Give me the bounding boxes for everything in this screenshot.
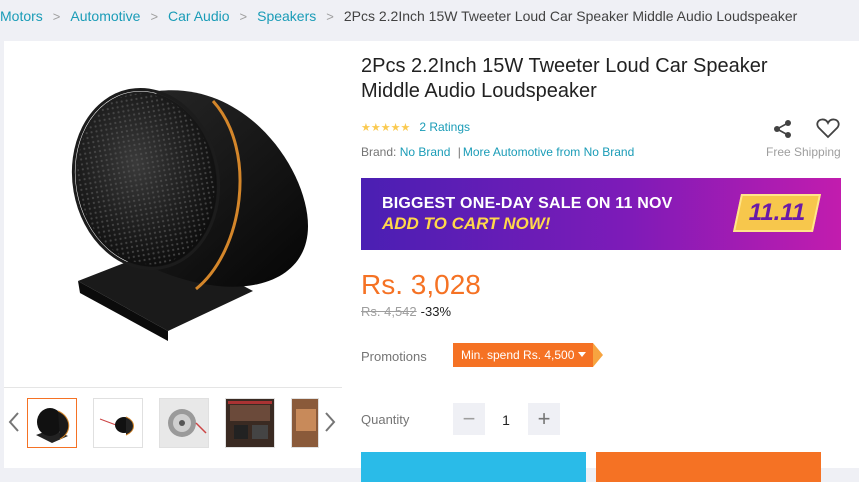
discount-percent: -33% [420, 304, 452, 319]
promotion-tag-notch [593, 343, 603, 367]
breadcrumb-link-automotive[interactable]: Automotive [70, 8, 140, 24]
promotion-tag-text: Min. spend Rs. 4,500 [453, 343, 593, 367]
thumbnail-4[interactable] [225, 398, 275, 448]
product-panel: 2Pcs 2.2Inch 15W Tweeter Loud Car Speake… [4, 41, 859, 482]
banner-headline: BIGGEST ONE-DAY SALE ON 11 NOV [382, 195, 673, 212]
buy-now-button[interactable] [361, 452, 586, 482]
original-price-row: Rs. 4,542 -33% [361, 304, 451, 319]
promotion-tag[interactable]: Min. spend Rs. 4,500 [453, 343, 605, 367]
breadcrumb-current: 2Pcs 2.2Inch 15W Tweeter Loud Car Speake… [343, 8, 798, 24]
brand-row: Brand: No Brand | More Automotive from No… [361, 145, 634, 159]
heart-icon[interactable] [816, 117, 840, 139]
rating-stars: ★★★★★ [361, 121, 411, 134]
breadcrumb-link-motors[interactable]: Motors [0, 8, 43, 24]
promotions-label: Promotions [361, 349, 427, 364]
more-from-brand-link[interactable]: More Automotive from No Brand [463, 145, 634, 159]
quantity-decrease-button[interactable]: − [453, 403, 485, 435]
quantity-value[interactable]: 1 [496, 412, 516, 428]
sale-badge-text: 11.11 [748, 199, 806, 226]
breadcrumb: Motors > Automotive > Car Audio > Speake… [0, 0, 859, 32]
chevron-right-icon: > [150, 8, 159, 24]
ratings-link[interactable]: 2 Ratings [419, 120, 470, 134]
chevron-left-icon[interactable] [6, 407, 22, 437]
product-title: 2Pcs 2.2Inch 15W Tweeter Loud Car Speake… [361, 55, 768, 102]
breadcrumb-link-speakers[interactable]: Speakers [257, 8, 316, 24]
separator: | [457, 145, 461, 159]
product-main-image[interactable] [18, 41, 344, 385]
breadcrumb-link-car-audio[interactable]: Car Audio [168, 8, 229, 24]
rating-row: ★★★★★ 2 Ratings [361, 120, 470, 134]
gallery-divider [4, 387, 342, 388]
sale-badge: 11.11 [732, 194, 822, 232]
current-price: Rs. 3,028 [361, 269, 481, 300]
original-price: Rs. 4,542 [361, 304, 417, 319]
brand-label: Brand: [361, 145, 397, 159]
chevron-right-icon[interactable] [322, 407, 338, 437]
chevron-right-icon: > [326, 8, 334, 24]
chevron-down-icon [578, 352, 586, 357]
brand-link[interactable]: No Brand [400, 145, 451, 159]
quantity-label: Quantity [361, 412, 410, 427]
chevron-right-icon: > [52, 8, 61, 24]
free-shipping-label: Free Shipping [766, 145, 841, 159]
thumbnail-5[interactable] [291, 398, 319, 448]
thumbnail-2[interactable] [93, 398, 143, 448]
chevron-right-icon: > [239, 8, 248, 24]
add-to-cart-button[interactable] [596, 452, 821, 482]
thumbnail-3[interactable] [159, 398, 209, 448]
thumbnail-1[interactable] [27, 398, 77, 448]
share-icon[interactable] [772, 118, 794, 140]
quantity-increase-button[interactable]: + [528, 403, 560, 435]
sale-banner[interactable]: BIGGEST ONE-DAY SALE ON 11 NOV ADD TO CA… [361, 178, 841, 250]
banner-subline: ADD TO CART NOW! [382, 214, 551, 233]
